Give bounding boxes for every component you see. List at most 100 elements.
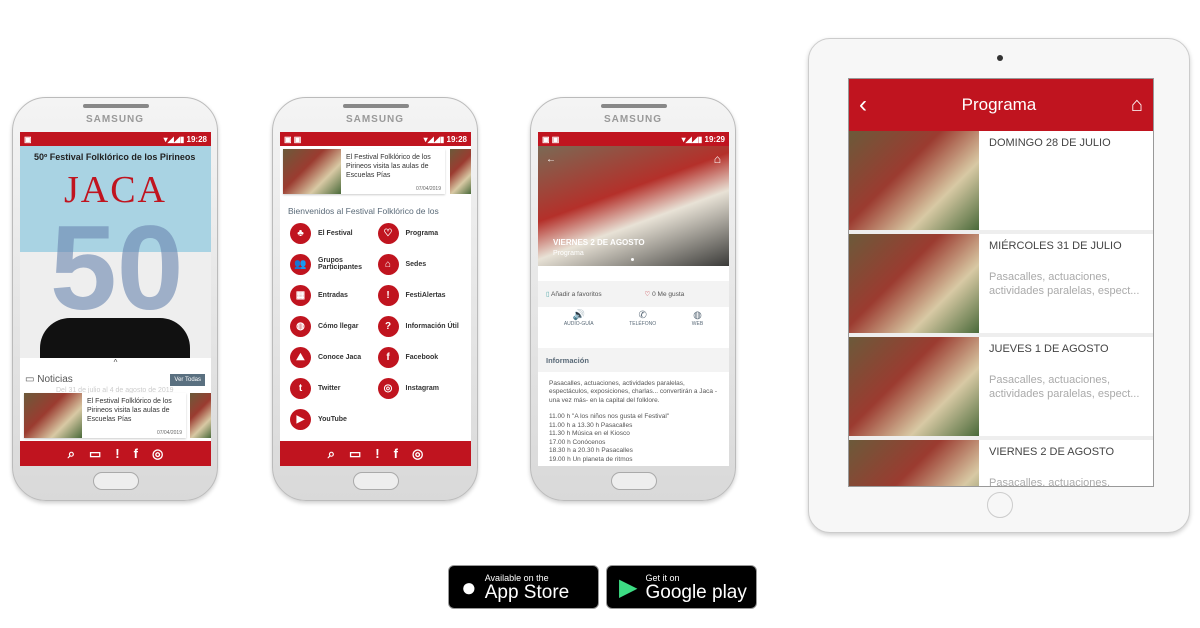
menu-icon: ♡ [377, 222, 399, 244]
action-icon: ◍ [693, 310, 702, 321]
home-button[interactable] [93, 472, 139, 490]
menu-icon: f [377, 346, 399, 368]
menu-label: Facebook [405, 353, 439, 361]
instagram-icon[interactable]: ◎ [412, 446, 423, 462]
next-news-photo[interactable] [190, 393, 211, 438]
hero-title: VIERNES 2 DE AGOSTO [553, 238, 645, 247]
menu-item[interactable]: f Facebook [377, 346, 466, 368]
home-button[interactable] [987, 492, 1013, 518]
menu-item[interactable]: ♣ El Festival [290, 222, 378, 244]
schedule-item: 18.30 h a 20.30 h Pasacalles [549, 447, 633, 455]
festival-poster: 50º Festival Folklórico de los Pirineos … [20, 146, 211, 358]
like-button[interactable]: ♡ 0 Me gusta [631, 290, 730, 298]
action-button[interactable]: ✆ TELÉFONO [629, 310, 656, 327]
menu-item[interactable]: ▶ YouTube [290, 408, 378, 430]
status-bar: ▣ ▣ ▾◢◢▮ 19:28 [280, 132, 471, 146]
news-card[interactable]: El Festival Folklórico de los Pirineos v… [283, 149, 445, 194]
action-button[interactable]: ◍ WEB [692, 310, 703, 327]
home-icon[interactable]: ⌂ [1131, 94, 1143, 117]
main-menu: ♣ El Festival ♡ Programa 👥 Grupos Participant… [290, 222, 465, 430]
hero-subtitle: Programa [553, 250, 584, 257]
menu-label: Conoce Jaca [318, 353, 362, 361]
program-row[interactable]: DOMINGO 28 DE JULIO [849, 131, 1153, 230]
instagram-icon[interactable]: ◎ [152, 446, 163, 462]
menu-label: YouTube [318, 415, 347, 423]
facebook-icon[interactable]: f [134, 446, 138, 461]
schedule-item: 11.30 h Música en el Kiosco [549, 430, 630, 438]
device-brand: SAMSUNG [345, 114, 405, 125]
screen: ▣ ▣ ▾◢◢▮ 19:29 ← ⌂ VIERNES 2 DE AGOSTO Pr… [538, 132, 729, 466]
menu-item[interactable]: ! FestiAlertas [377, 284, 466, 306]
bottom-nav: ⌕ ▭! f ◎ [20, 441, 211, 466]
menu-item[interactable]: ◎ Instagram [377, 377, 466, 399]
program-row[interactable]: JUEVES 1 DE AGOSTO Pasacalles, actuacione… [849, 337, 1153, 436]
menu-label: Entradas [318, 291, 348, 299]
menu-item[interactable]: t Twitter [290, 377, 378, 399]
menu-item[interactable]: ⛰ Conoce Jaca [290, 346, 378, 368]
program-row[interactable]: MIÉRCOLES 31 DE JULIO Pasacalles, actuaci… [849, 234, 1153, 333]
clock: 19:28 [446, 134, 467, 144]
device-brand: SAMSUNG [85, 114, 145, 125]
action-icon: 🔊 [572, 310, 585, 321]
menu-item[interactable]: 👥 Grupos Participantes [290, 253, 378, 275]
menu-item[interactable]: ▦ Entradas [290, 284, 378, 306]
tablet-programa: ‹ Programa ⌂ DOMINGO 28 DE JULIO MIÉRCOLE… [808, 38, 1190, 533]
schedule-list: 11.00 h "A los niños nos gusta el Festiv… [549, 413, 721, 464]
action-icon: ✆ [638, 310, 647, 321]
menu-item[interactable]: ♡ Programa [377, 222, 466, 244]
news-heading: ▭ Noticias [25, 374, 73, 385]
program-list: DOMINGO 28 DE JULIO MIÉRCOLES 31 DE JULIO… [849, 131, 1153, 487]
phone-event-detail: SAMSUNG ▣ ▣ ▾◢◢▮ 19:29 ← ⌂ VIERNES 2 DE A… [530, 97, 736, 501]
ver-todas-button[interactable]: Ver Todas [170, 374, 205, 386]
menu-icon: 👥 [290, 253, 311, 275]
program-photo [849, 337, 979, 436]
alert-icon[interactable]: ! [375, 446, 379, 461]
program-summary: Pasacalles, actuaciones, actividades par… [989, 477, 1111, 487]
menu-label: Twitter [318, 384, 341, 392]
ticket-icon[interactable]: ▭ [89, 446, 101, 462]
menu-icon: ◎ [377, 377, 399, 399]
home-button[interactable] [611, 472, 657, 490]
add-favorites-button[interactable]: ▯ Añadir a favoritos [538, 290, 631, 298]
facebook-icon[interactable]: f [394, 446, 398, 461]
dancers-silhouette [40, 318, 190, 358]
menu-item[interactable]: ⌂ Sedes [377, 253, 466, 275]
next-news-photo[interactable] [450, 149, 471, 194]
news-card[interactable]: El Festival Folklórico de los Pirineos v… [24, 393, 186, 438]
screen: ▣ ▣ ▾◢◢▮ 19:28 El Festival Folklórico de … [280, 132, 471, 466]
signal-icons: ▾◢◢▮ [423, 134, 445, 144]
info-header: Información [538, 348, 729, 372]
home-icon[interactable]: ⌂ [714, 152, 721, 166]
menu-item[interactable]: ? Información Útil [377, 315, 466, 337]
program-summary: Pasacalles, actuaciones, actividades par… [989, 374, 1140, 401]
app-header: ‹ Programa ⌂ [849, 79, 1153, 131]
phone-home: SAMSUNG ▣ ▾◢◢▮ 19:28 50º Festival Folklór… [12, 97, 218, 501]
chevron-up-icon[interactable]: ^ [20, 358, 211, 367]
schedule-item: 19.00 h Un planeta de ritmos [549, 455, 633, 463]
app-store-badge[interactable]: ● Available on the App Store [448, 565, 599, 609]
back-chevron-icon[interactable]: ‹ [859, 91, 867, 119]
info-body: Pasacalles, actuaciones, actividades par… [549, 380, 721, 464]
status-bar: ▣ ▣ ▾◢◢▮ 19:29 [538, 132, 729, 146]
notification-icon: ▣ ▣ [284, 134, 302, 144]
program-date: DOMINGO 28 DE JULIO [989, 137, 1111, 149]
home-button[interactable] [353, 472, 399, 490]
menu-item[interactable]: ◍ Cómo llegar [290, 315, 378, 337]
front-camera [997, 55, 1003, 61]
screen: ▣ ▾◢◢▮ 19:28 50º Festival Folklórico de l… [20, 132, 211, 466]
alert-icon[interactable]: ! [115, 446, 119, 461]
search-icon[interactable]: ⌕ [68, 446, 75, 462]
speaker [343, 104, 409, 108]
program-row[interactable]: VIERNES 2 DE AGOSTO Pasacalles, actuacion… [849, 440, 1153, 487]
google-play-badge[interactable]: ▶ Get it on Google play [606, 565, 757, 609]
menu-icon: t [290, 377, 311, 399]
back-arrow-icon[interactable]: ← [546, 154, 556, 165]
program-date: VIERNES 2 DE AGOSTO [989, 446, 1115, 458]
action-row: ▯ Añadir a favoritos ♡ 0 Me gusta [538, 281, 729, 307]
ticket-icon[interactable]: ▭ [349, 446, 361, 462]
search-icon[interactable]: ⌕ [328, 446, 335, 462]
phone-menu: SAMSUNG ▣ ▣ ▾◢◢▮ 19:28 El Festival Folkló… [272, 97, 478, 501]
action-button[interactable]: 🔊 AUDIO-GUÍA [564, 310, 594, 327]
carousel-dot[interactable] [631, 258, 634, 261]
heart-icon: ♡ [644, 291, 653, 298]
